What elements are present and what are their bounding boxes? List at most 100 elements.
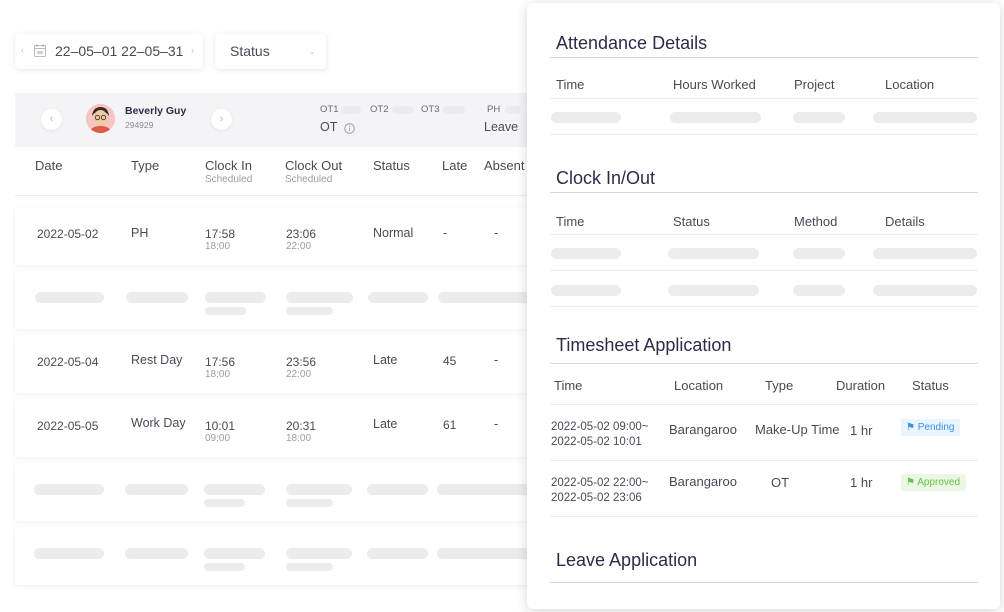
chevron-left-icon[interactable]: ‹ [21, 45, 24, 55]
status-badge: ⚑ Approved [901, 474, 967, 491]
skeleton-cell [793, 248, 845, 259]
chevron-right-icon[interactable]: › [191, 45, 194, 55]
ph-value-skeleton [505, 106, 521, 114]
section-divider [550, 582, 978, 583]
row-divider [550, 306, 978, 307]
table-row-loading [15, 463, 530, 521]
leave-label: Leave [484, 120, 519, 134]
timesheet-row-time-end: 2022-05-02 10:01 [551, 436, 642, 448]
skeleton-cell [286, 292, 353, 303]
skeleton-cell [793, 285, 845, 296]
col-subheader-clock-out: Scheduled [285, 174, 333, 185]
next-employee-button[interactable]: › [211, 109, 232, 130]
skeleton-cell [551, 285, 621, 296]
row-divider [550, 98, 978, 99]
col-subheader-clock-in: Scheduled [205, 174, 253, 185]
ot-total-label: OT [320, 120, 338, 134]
row-absent: - [494, 417, 499, 431]
timesheet-col-time: Time [554, 378, 583, 393]
row-late: 61 [443, 418, 457, 432]
date-range-picker[interactable]: ‹ 22–05–01 22–05–31 › [15, 34, 203, 69]
skeleton-cell [551, 112, 621, 123]
calendar-icon [34, 44, 46, 62]
skeleton-cell [367, 548, 428, 559]
attendance-col-location: Location [885, 77, 935, 92]
row-clock-in-scheduled: 18:00 [205, 241, 231, 252]
row-divider [550, 234, 978, 235]
row-status: Late [373, 353, 398, 367]
row-clock-out: 20:31 [286, 419, 317, 433]
row-clock-in-scheduled: 09:00 [205, 433, 231, 444]
skeleton-cell [126, 292, 188, 303]
row-divider [550, 134, 978, 135]
table-row[interactable]: 2022-05-05 Work Day 10:01 09:00 20:31 18… [15, 399, 530, 457]
timesheet-col-location: Location [674, 378, 724, 393]
col-header-type: Type [131, 158, 160, 173]
skeleton-cell [204, 563, 245, 571]
skeleton-cell [551, 248, 621, 259]
skeleton-cell [368, 292, 428, 303]
skeleton-cell [437, 548, 530, 559]
row-clock-out: 23:06 [286, 227, 317, 241]
section-divider [550, 192, 978, 193]
row-status: Late [373, 417, 398, 431]
skeleton-cell [438, 292, 530, 303]
timesheet-col-type: Type [765, 378, 794, 393]
skeleton-cell [205, 292, 266, 303]
skeleton-cell [670, 112, 761, 123]
row-clock-in: 10:01 [205, 419, 236, 433]
timesheet-row-location: Barangaroo [669, 422, 737, 437]
col-header-absent: Absent [484, 158, 525, 173]
date-range-value: 22–05–01 22–05–31 [55, 43, 184, 59]
row-clock-out-scheduled: 22:00 [286, 369, 312, 380]
status-badge-label: Approved [917, 477, 961, 488]
status-badge-label: Pending [917, 422, 955, 433]
skeleton-cell [668, 285, 759, 296]
row-status: Normal [373, 226, 414, 240]
skeleton-cell [204, 499, 245, 507]
skeleton-cell [873, 248, 977, 259]
col-header-status: Status [373, 158, 410, 173]
skeleton-cell [286, 499, 333, 507]
table-row-loading [15, 271, 530, 329]
info-icon[interactable] [344, 121, 355, 139]
skeleton-cell [873, 285, 977, 296]
clock-in-out-title: Clock In/Out [556, 168, 656, 188]
status-filter-select[interactable]: Status ⌄ [215, 34, 326, 69]
clock-col-time: Time [556, 214, 585, 229]
row-absent: - [494, 353, 499, 367]
row-divider [550, 404, 978, 405]
row-divider [550, 270, 978, 271]
attendance-col-project: Project [794, 77, 835, 92]
ot1-value-skeleton [341, 106, 361, 114]
table-row[interactable]: 2022-05-02 PH 17:58 18:00 23:06 22:00 No… [15, 207, 530, 265]
chevron-right-icon: › [219, 113, 224, 125]
row-type: Work Day [131, 416, 186, 430]
row-late: - [443, 226, 448, 240]
chevron-left-icon: ‹ [49, 113, 54, 125]
row-date: 2022-05-02 [37, 227, 99, 241]
attendance-col-time: Time [556, 77, 585, 92]
skeleton-cell [668, 248, 759, 259]
ot1-label: OT1 [320, 104, 339, 115]
clock-col-details: Details [885, 214, 925, 229]
col-header-date: Date [35, 158, 63, 173]
row-clock-out-scheduled: 18:00 [286, 433, 312, 444]
employee-id: 294929 [125, 120, 154, 130]
clock-col-method: Method [794, 214, 838, 229]
skeleton-cell [437, 484, 530, 495]
skeleton-cell [34, 484, 104, 495]
section-divider [550, 57, 978, 58]
skeleton-cell [204, 484, 265, 495]
header-divider [15, 195, 530, 196]
ot2-value-skeleton [392, 106, 414, 114]
row-date: 2022-05-04 [37, 355, 99, 369]
timesheet-row-time-start: 2022-05-02 22:00~ [551, 477, 649, 489]
table-row[interactable]: 2022-05-04 Rest Day 17:56 18:00 23:56 22… [15, 335, 530, 393]
prev-employee-button[interactable]: ‹ [41, 109, 62, 130]
row-clock-in: 17:58 [205, 227, 236, 241]
row-clock-out: 23:56 [286, 355, 317, 369]
skeleton-cell [286, 307, 333, 315]
col-header-clock-out: Clock Out [285, 158, 343, 173]
timesheet-row-time-end: 2022-05-02 23:06 [551, 492, 642, 504]
